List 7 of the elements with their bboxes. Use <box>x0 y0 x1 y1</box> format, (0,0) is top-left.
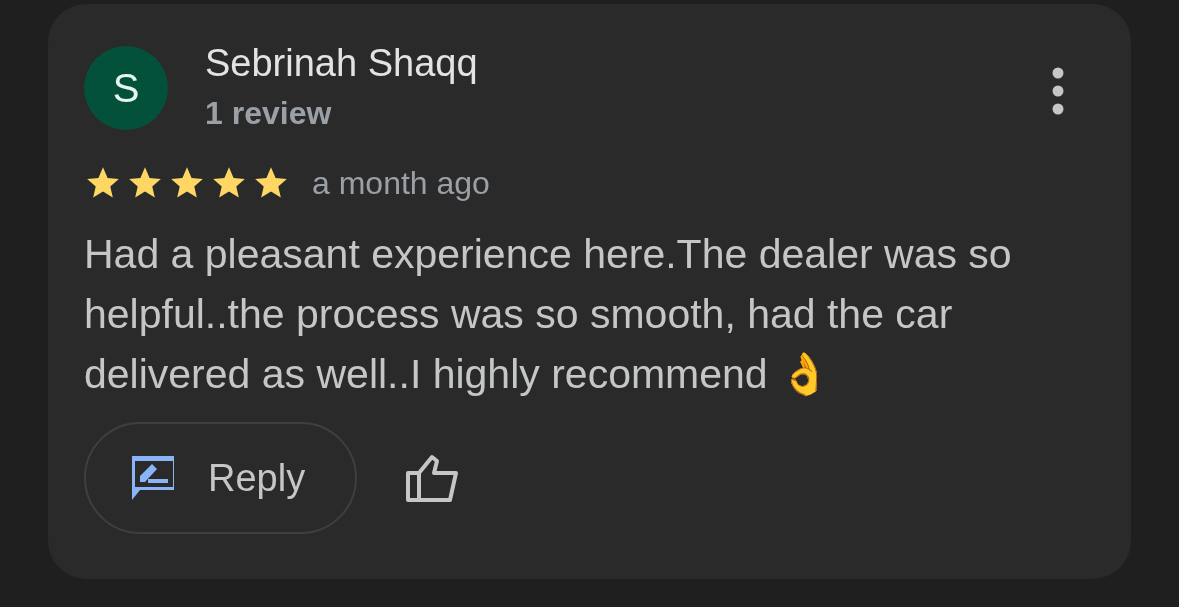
more-options-icon[interactable] <box>1051 66 1065 116</box>
reply-button[interactable]: Reply <box>84 422 358 534</box>
review-count: 1 review <box>205 95 333 132</box>
author-name[interactable]: Sebrinah Shaqq <box>205 42 1051 85</box>
review-text: Had a pleasant experience here.The dealer was so helpful..the process was so smooth, had the car delivered as well..I highly recommend 👌 <box>84 230 1013 399</box>
avatar: S <box>84 46 168 130</box>
review-time: a month ago <box>312 164 490 202</box>
